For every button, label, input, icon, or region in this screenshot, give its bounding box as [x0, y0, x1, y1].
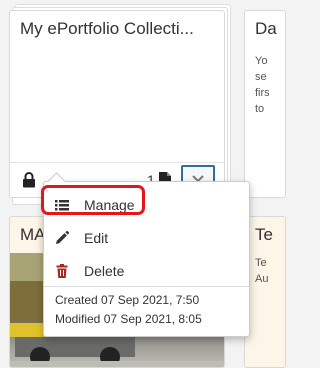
collection-card-bottom-right[interactable]: Te Te Au [244, 216, 286, 368]
manage-highlight-annotation [41, 185, 145, 215]
bottom-left-card-title[interactable]: MA [20, 225, 46, 245]
pencil-icon [56, 231, 69, 244]
partial-card-title[interactable]: Da [255, 19, 277, 39]
modified-timestamp: Modified 07 Sep 2021, 8:05 [55, 312, 202, 326]
description-line: Te [255, 257, 267, 269]
menu-item-label[interactable]: Delete [84, 263, 124, 279]
menu-item-delete[interactable]: Delete [44, 256, 249, 286]
partial-card-description: Yo se firs to [255, 53, 285, 117]
menu-divider [44, 286, 249, 287]
bottom-right-card-title[interactable]: Te [255, 225, 273, 245]
bottom-right-card-description: Te Au [255, 255, 285, 287]
menu-item-edit[interactable]: Edit [44, 223, 249, 253]
collection-title[interactable]: My ePortfolio Collecti... [20, 19, 218, 39]
description-line: firs [255, 87, 270, 99]
description-line: se [255, 71, 267, 83]
lock-icon [23, 172, 35, 188]
collection-options-menu: Manage Edit Delete Created 07 Sep 2021, … [41, 172, 250, 337]
description-line: Au [255, 273, 269, 285]
collection-card-partial[interactable]: Da Yo se firs to [244, 10, 286, 198]
trash-icon [56, 264, 68, 278]
description-line: to [255, 103, 265, 115]
menu-item-label[interactable]: Edit [84, 230, 108, 246]
collection-card[interactable]: My ePortfolio Collecti... 1 [9, 10, 225, 198]
created-timestamp: Created 07 Sep 2021, 7:50 [55, 293, 200, 307]
description-line: Yo [255, 55, 268, 67]
